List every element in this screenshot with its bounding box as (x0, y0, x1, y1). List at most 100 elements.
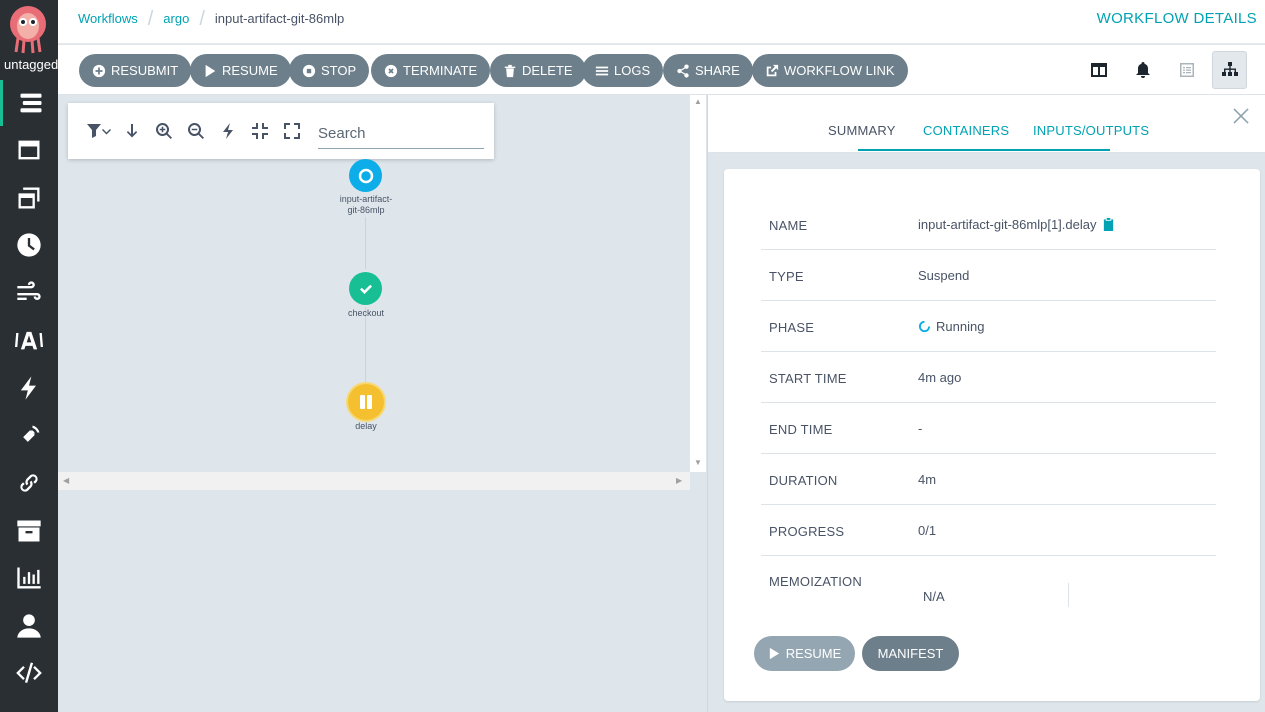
collapse-button[interactable] (250, 121, 270, 141)
nav-reports[interactable] (0, 555, 58, 601)
event-flow-icon (17, 281, 41, 300)
fast-forward-button[interactable] (218, 121, 238, 141)
nav-sensors[interactable] (0, 365, 58, 411)
detail-row-end-time: END TIME - (761, 403, 1216, 454)
graph-view-button[interactable] (1212, 51, 1247, 89)
manifest-label: MANIFEST (877, 646, 944, 661)
nav-event-sources[interactable] (0, 317, 58, 363)
share-label: SHARE (695, 63, 740, 78)
nav-archived-workflows[interactable] (0, 508, 58, 554)
running-spinner-icon (918, 320, 931, 333)
vertical-scrollbar[interactable]: ▲ ▼ (690, 95, 706, 472)
resubmit-label: RESUBMIT (111, 63, 179, 78)
graph-node-label: input-artifact- git-86mlp (339, 194, 393, 215)
graph-search-input[interactable] (318, 119, 484, 149)
resubmit-button[interactable]: RESUBMIT (79, 54, 192, 87)
divider (1068, 583, 1069, 607)
filter-button[interactable] (86, 121, 112, 141)
top-bar: Workflows / argo / input-artifact-git-86… (58, 0, 1265, 44)
detail-key: PHASE (769, 320, 815, 335)
scroll-right-arrow[interactable]: ▶ (676, 476, 682, 485)
zoom-out-icon (188, 123, 204, 139)
nav-workflow-templates[interactable] (0, 127, 58, 173)
external-link-icon (766, 64, 779, 76)
detail-row-duration: DURATION 4m (761, 454, 1216, 505)
tab-containers[interactable]: CONTAINERS (923, 123, 1009, 138)
detail-row-progress: PROGRESS 0/1 (761, 505, 1216, 556)
page-title: WORKFLOW DETAILS (1096, 10, 1257, 27)
graph-node-checkout[interactable] (349, 272, 382, 305)
terminate-button[interactable]: TERMINATE (371, 54, 491, 87)
breadcrumb-workflows[interactable]: Workflows (78, 11, 138, 26)
detail-row-name: NAME input-artifact-git-86mlp[1].delay (761, 199, 1216, 250)
detail-value: 4m ago (918, 370, 962, 385)
clipboard-icon[interactable] (1102, 218, 1115, 231)
node-resume-button[interactable]: RESUME (754, 636, 855, 671)
graph-edge (365, 217, 366, 269)
cron-workflows-icon (17, 233, 41, 257)
detail-key: NAME (769, 218, 808, 233)
nav-event-flow[interactable] (0, 270, 58, 316)
sidebar: untagged (0, 0, 58, 712)
logs-button[interactable]: LOGS (582, 54, 664, 87)
graph-node-delay[interactable] (348, 384, 384, 420)
argo-logo[interactable] (8, 4, 48, 54)
check-icon (359, 284, 372, 294)
stop-button[interactable]: STOP (289, 54, 370, 87)
tab-inputs-outputs[interactable]: INPUTS/OUTPUTS (1033, 123, 1149, 138)
breadcrumb-separator: / (199, 7, 205, 30)
node-details-panel: SUMMARY CONTAINERS INPUTS/OUTPUTS NAME i… (707, 95, 1265, 712)
detail-value: 4m (918, 472, 937, 487)
trash-icon (504, 64, 516, 77)
workflow-graph[interactable]: input-artifact- git-86mlp checkout delay… (58, 95, 706, 490)
nav-cron-workflows[interactable] (0, 222, 58, 268)
share-icon (677, 63, 689, 78)
detail-row-start-time: START TIME 4m ago (761, 352, 1216, 403)
close-icon (1233, 108, 1249, 124)
tab-summary[interactable]: SUMMARY (828, 123, 896, 138)
nav-links[interactable] (0, 460, 58, 506)
nav-api-docs[interactable] (0, 650, 58, 696)
zoom-in-button[interactable] (154, 121, 174, 141)
workflow-link-button[interactable]: WORKFLOW LINK (752, 54, 908, 87)
detail-key: TYPE (769, 269, 804, 284)
zoom-out-button[interactable] (186, 121, 206, 141)
graph-node-root[interactable] (349, 159, 382, 192)
delete-button[interactable]: DELETE (490, 54, 586, 87)
scroll-left-arrow[interactable]: ◀ (63, 476, 69, 485)
breadcrumb-separator: / (147, 7, 154, 30)
nav-event-bus[interactable] (0, 413, 58, 459)
expand-button[interactable] (282, 121, 302, 141)
scroll-down-arrow[interactable]: ▼ (694, 458, 702, 467)
resume-button[interactable]: RESUME (190, 54, 291, 87)
stop-label: STOP (321, 63, 357, 78)
notifications-button[interactable] (1125, 51, 1160, 89)
direction-button[interactable] (122, 121, 142, 141)
detail-row-phase: PHASE Running (761, 301, 1216, 352)
share-button[interactable]: SHARE (663, 54, 753, 87)
split-view-button[interactable] (1081, 51, 1116, 89)
scroll-up-arrow[interactable]: ▲ (694, 97, 702, 106)
nav-workflows[interactable] (0, 80, 58, 126)
play-icon (769, 647, 779, 660)
detail-value: input-artifact-git-86mlp[1].delay (918, 217, 1115, 232)
breadcrumb-namespace[interactable]: argo (163, 11, 189, 26)
columns-icon (1090, 63, 1107, 77)
events-list-button[interactable] (1169, 51, 1204, 89)
arrow-down-icon (126, 124, 138, 138)
nav-user[interactable] (0, 603, 58, 649)
sitemap-icon (1221, 62, 1238, 76)
details-tabs: SUMMARY CONTAINERS INPUTS/OUTPUTS (708, 95, 1265, 153)
horizontal-scrollbar[interactable]: ◀ ▶ (58, 472, 690, 490)
times-circle-icon (384, 64, 398, 77)
close-panel-button[interactable] (1232, 107, 1252, 127)
nav-help[interactable] (0, 698, 58, 712)
summary-card: NAME input-artifact-git-86mlp[1].delay T… (724, 169, 1260, 701)
detail-value: N/A (923, 589, 945, 604)
graph-node-label: delay (355, 421, 377, 431)
manifest-button[interactable]: MANIFEST (862, 636, 959, 671)
archived-workflows-icon (17, 520, 41, 542)
play-icon (205, 64, 216, 77)
graph-toolbar (68, 103, 494, 159)
nav-cluster-workflow-templates[interactable] (0, 175, 58, 221)
